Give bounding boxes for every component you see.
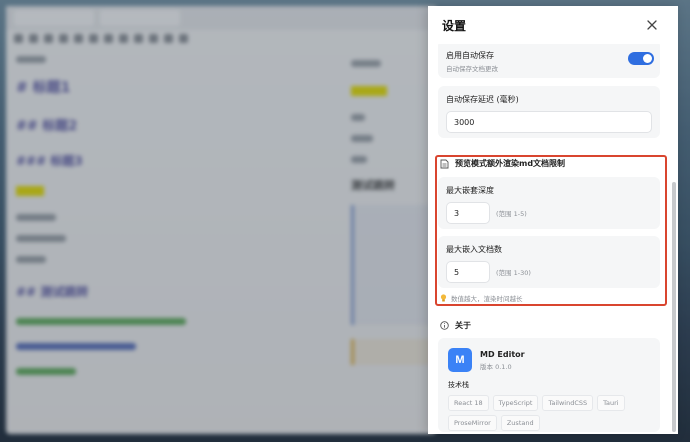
about-card: M MD Editor 版本 0.1.0 技术栈 React 18 TypeSc… [438, 338, 660, 432]
max-docs-label: 最大嵌入文档数 [446, 245, 502, 254]
drawer-body[interactable]: 启用自动保存 自动保存文档更改 自动保存延迟 (毫秒) 3000 预览模式额外渲… [428, 44, 678, 434]
stack-chip: TailwindCSS [542, 395, 594, 411]
preview-hint: 数值越大，渲染时间越长 [440, 293, 523, 303]
app-logo: M [448, 348, 472, 372]
stack-chips: React 18 TypeScript TailwindCSS Tauri Pr… [448, 395, 650, 431]
autosave-delay-card: 自动保存延迟 (毫秒) 3000 [438, 86, 660, 138]
scrollbar-thumb[interactable] [672, 182, 676, 432]
max-depth-input[interactable]: 3 [446, 202, 490, 224]
stack-chip: Tauri [597, 395, 625, 411]
max-depth-label: 最大嵌套深度 [446, 186, 494, 195]
document-icon [440, 159, 449, 168]
preview-limits-title: 预览模式额外渲染md文档限制 [455, 159, 566, 168]
autosave-delay-label: 自动保存延迟 (毫秒) [446, 95, 519, 104]
about-title: 关于 [455, 321, 471, 330]
stack-chip: ProseMirror [448, 415, 497, 431]
about-title-row: 关于 [440, 320, 471, 331]
info-icon [440, 321, 449, 330]
autosave-toggle[interactable] [628, 52, 654, 65]
stack-label: 技术栈 [448, 381, 469, 389]
autosave-desc: 自动保存文档更改 [446, 65, 498, 73]
max-docs-range: (范围 1-30) [496, 269, 531, 277]
preview-limits-title-row: 预览模式额外渲染md文档限制 [440, 158, 565, 169]
max-depth-card: 最大嵌套深度 3 (范围 1-5) [438, 177, 660, 229]
close-icon [647, 20, 657, 30]
autosave-label: 启用自动保存 [446, 51, 494, 60]
stack-chip: React 18 [448, 395, 489, 411]
settings-drawer: 设置 启用自动保存 自动保存文档更改 自动保存延迟 (毫秒) 3000 预览模式… [428, 6, 678, 434]
stack-chip: TypeScript [492, 395, 539, 411]
app-name: MD Editor [480, 349, 525, 359]
lightbulb-icon [440, 294, 447, 302]
toggle-knob [643, 54, 652, 63]
close-button[interactable] [644, 17, 660, 33]
max-depth-range: (范围 1-5) [496, 210, 527, 218]
autosave-delay-input[interactable]: 3000 [446, 111, 652, 133]
stack-chip: Zustand [500, 415, 540, 431]
max-docs-input[interactable]: 5 [446, 261, 490, 283]
max-docs-card: 最大嵌入文档数 5 (范围 1-30) [438, 236, 660, 288]
app-version: 版本 0.1.0 [480, 362, 512, 371]
drawer-title: 设置 [442, 18, 467, 33]
preview-hint-text: 数值越大，渲染时间越长 [451, 295, 523, 303]
autosave-toggle-card: 启用自动保存 自动保存文档更改 [438, 44, 660, 78]
drawer-header: 设置 [428, 6, 678, 44]
